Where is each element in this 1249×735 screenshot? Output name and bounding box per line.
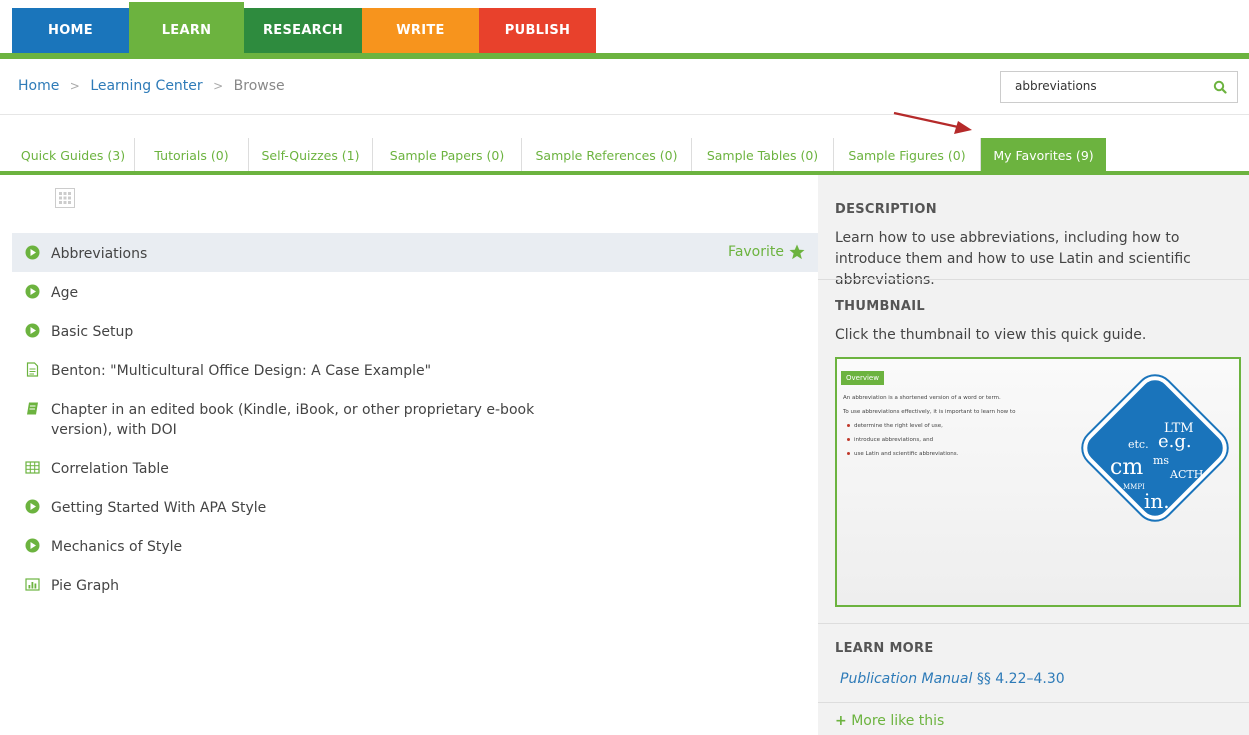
breadcrumb-home[interactable]: Home (18, 78, 59, 94)
list-item-label: Chapter in an edited book (Kindle, iBook… (51, 402, 535, 438)
thumbnail-bullet: introduce abbreviations, and (847, 437, 933, 443)
divider (818, 702, 1249, 703)
play-icon (25, 499, 40, 514)
favorite-button[interactable]: Favorite (728, 243, 806, 261)
favorites-list: Abbreviations Favorite Age Basic Setup B… (12, 233, 818, 604)
tab-sample-tables[interactable]: Sample Tables (0) (692, 138, 834, 172)
list-item-label: Correlation Table (51, 461, 169, 477)
book-icon (27, 402, 38, 415)
description-text: Learn how to use abbreviations, includin… (835, 230, 1191, 288)
divider (818, 623, 1249, 624)
list-item[interactable]: Abbreviations Favorite (12, 233, 818, 272)
thumbnail-heading: THUMBNAIL (835, 299, 925, 314)
play-icon (25, 245, 40, 260)
list-item-label: Abbreviations (51, 246, 148, 262)
search-icon[interactable] (1213, 80, 1227, 94)
tab-quick-guides[interactable]: Quick Guides (3) (12, 138, 135, 172)
list-item[interactable]: Getting Started With APA Style (12, 487, 818, 526)
breadcrumb: Home > Learning Center > Browse (18, 78, 285, 94)
badge-word: ms (1153, 454, 1170, 467)
breadcrumb-current: Browse (233, 78, 285, 94)
list-item[interactable]: Basic Setup (12, 311, 818, 350)
star-icon (789, 244, 805, 260)
list-item[interactable]: Pie Graph (12, 565, 818, 604)
badge-word: cm (1110, 455, 1144, 480)
more-like-this-link[interactable]: + More like this (835, 713, 944, 729)
badge-word: in. (1144, 489, 1170, 513)
list-item[interactable]: Age (12, 272, 818, 311)
link-section-part: §§ 4.22–4.30 (972, 671, 1065, 687)
badge-word: e.g. (1158, 431, 1192, 452)
badge-word: ACTH (1170, 468, 1204, 481)
tab-sample-figures[interactable]: Sample Figures (0) (834, 138, 981, 172)
tab-tutorials[interactable]: Tutorials (0) (135, 138, 249, 172)
thumbnail-line: An abbreviation is a shortened version o… (843, 395, 1001, 401)
detail-panel: DESCRIPTION Learn how to use abbreviatio… (818, 175, 1249, 735)
learn-more-heading: LEARN MORE (835, 641, 934, 656)
badge-word: etc. (1128, 438, 1149, 451)
top-navigation: HOME LEARN RESEARCH WRITE PUBLISH (0, 0, 1249, 60)
list-item-label: Pie Graph (51, 578, 120, 594)
breadcrumb-separator: > (69, 79, 80, 93)
grid-view-icon (59, 192, 71, 204)
nav-tab-research[interactable]: RESEARCH (244, 8, 362, 53)
list-item[interactable]: Chapter in an edited book (Kindle, iBook… (12, 389, 818, 448)
thumbnail-line: To use abbreviations effectively, it is … (843, 409, 1016, 415)
play-icon (25, 538, 40, 553)
thumbnail-tag: Overview (841, 371, 884, 385)
grid-view-toggle[interactable] (55, 188, 75, 208)
quick-guide-thumbnail[interactable]: Overview An abbreviation is a shortened … (835, 357, 1241, 607)
table-icon (25, 461, 40, 474)
nav-tab-home[interactable]: HOME (12, 8, 129, 53)
breadcrumb-learning-center[interactable]: Learning Center (90, 78, 202, 94)
nav-tab-write[interactable]: WRITE (362, 8, 479, 53)
nav-tab-learn[interactable]: LEARN (129, 2, 244, 53)
favorite-label: Favorite (728, 244, 784, 260)
breadcrumb-separator: > (213, 79, 224, 93)
play-icon (25, 284, 40, 299)
thumbnail-bullet: use Latin and scientific abbreviations. (847, 451, 958, 457)
nav-underline (0, 53, 1249, 59)
thumbnail-text: Click the thumbnail to view this quick g… (835, 327, 1147, 343)
list-item[interactable]: Benton: "Multicultural Office Design: A … (12, 350, 818, 389)
play-icon (25, 323, 40, 338)
plus-icon: + (835, 713, 847, 729)
description-heading: DESCRIPTION (835, 202, 937, 217)
search-box (1000, 71, 1238, 103)
link-italic-part: Publication Manual (840, 671, 973, 687)
list-item-label: Benton: "Multicultural Office Design: A … (51, 363, 432, 379)
document-icon (26, 362, 39, 377)
tab-sample-papers[interactable]: Sample Papers (0) (373, 138, 522, 172)
list-item-label: Age (51, 285, 79, 301)
nav-tab-publish[interactable]: PUBLISH (479, 8, 596, 53)
divider (818, 279, 1249, 280)
annotation-arrow-icon (893, 111, 972, 134)
list-item[interactable]: Mechanics of Style (12, 526, 818, 565)
list-item-label: Basic Setup (51, 324, 134, 340)
publication-manual-link[interactable]: Publication Manual §§ 4.22–4.30 (840, 671, 1065, 687)
divider (0, 114, 1249, 115)
list-item[interactable]: Correlation Table (12, 448, 818, 487)
thumbnail-bullet: determine the right level of use, (847, 423, 943, 429)
more-like-this-label: More like this (851, 713, 945, 729)
search-input[interactable] (1015, 79, 1195, 93)
tab-my-favorites[interactable]: My Favorites (9) (981, 138, 1106, 172)
list-item-label: Getting Started With APA Style (51, 500, 267, 516)
chart-icon (25, 578, 40, 591)
tab-sample-references[interactable]: Sample References (0) (522, 138, 692, 172)
badge-word: MMPI (1123, 483, 1145, 491)
list-item-label: Mechanics of Style (51, 539, 183, 555)
tab-self-quizzes[interactable]: Self-Quizzes (1) (249, 138, 373, 172)
